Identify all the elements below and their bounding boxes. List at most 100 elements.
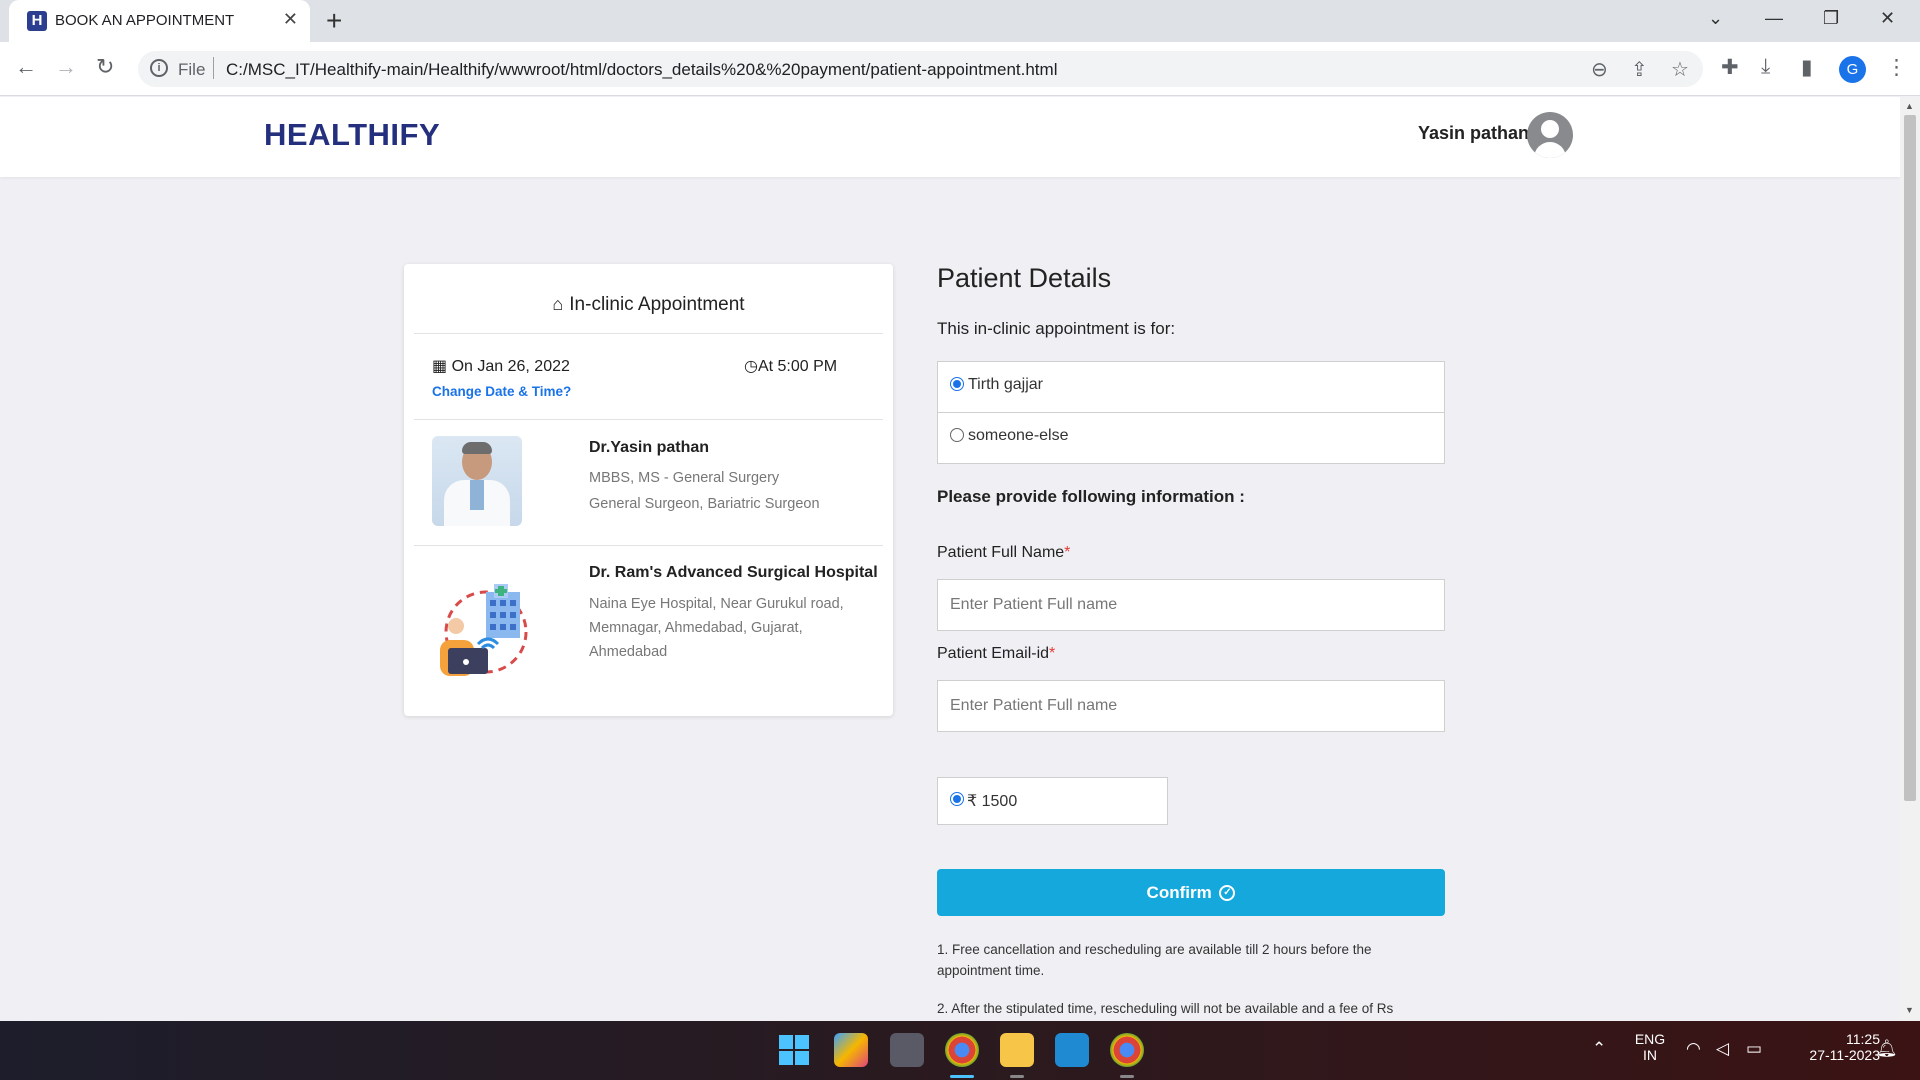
file-explorer-icon[interactable] <box>1000 1033 1034 1067</box>
radio-unselected[interactable] <box>950 428 964 442</box>
notification-bell-icon[interactable]: 🔔︎ <box>1876 1039 1898 1059</box>
omnibox-divider <box>213 57 214 79</box>
divider <box>414 419 883 420</box>
scheme-label: File <box>178 60 206 79</box>
clock-icon: ◷ <box>744 358 758 375</box>
required-mark: * <box>1049 645 1056 662</box>
battery-icon[interactable]: ▭ <box>1746 1039 1762 1059</box>
patient-option-label: someone-else <box>968 427 1069 444</box>
confirm-button-label: Confirm <box>1146 882 1212 902</box>
clock-time: 11:25 <box>1846 1031 1880 1047</box>
doctor-name: Dr.Yasin pathan <box>589 439 710 456</box>
vscode-app-icon[interactable] <box>1055 1033 1089 1067</box>
browser-toolbar: ← → ↻ i File C:/MSC_IT/Healthify-main/He… <box>0 42 1920 96</box>
address-bar[interactable]: i File C:/MSC_IT/Healthify-main/Healthif… <box>138 51 1703 87</box>
share-icon[interactable]: ⇪ <box>1631 57 1648 82</box>
doctor-photo <box>432 436 522 526</box>
provide-info-label: Please provide following information : <box>937 487 1245 506</box>
patient-name-input[interactable] <box>937 579 1445 631</box>
appointment-time: ◷At 5:00 PM <box>744 356 837 376</box>
url-text[interactable]: C:/MSC_IT/Healthify-main/Healthify/wwwro… <box>226 60 1057 80</box>
user-name[interactable]: Yasin pathan <box>1418 123 1529 144</box>
divider <box>414 333 883 334</box>
radio-selected[interactable] <box>950 792 964 806</box>
tab-title: BOOK AN APPOINTMENT <box>55 12 235 29</box>
bookmark-star-icon[interactable]: ☆ <box>1671 57 1689 82</box>
task-view-icon[interactable] <box>890 1033 924 1067</box>
back-icon[interactable]: ← <box>15 54 37 80</box>
patient-option-someone-else[interactable]: someone-else <box>937 412 1445 464</box>
patient-details-title: Patient Details <box>937 263 1112 293</box>
check-circle-icon: ✓ <box>1219 885 1236 902</box>
download-icon[interactable]: ⤓ <box>1761 55 1770 79</box>
volume-icon[interactable]: ◁ <box>1716 1039 1729 1059</box>
appointment-title: ⌂ In-clinic Appointment <box>404 294 893 316</box>
forward-icon[interactable]: → <box>55 54 77 80</box>
site-header: HEALTHIFY Yasin pathan <box>0 97 1900 177</box>
patient-name-label-text: Patient Full Name <box>937 544 1065 561</box>
patient-email-label: Patient Email-id* <box>937 645 1055 663</box>
profile-avatar[interactable]: G <box>1839 56 1866 83</box>
appointment-date: ▦ On Jan 26, 2022 <box>432 356 570 376</box>
side-panel-icon[interactable]: ▮ <box>1801 55 1813 80</box>
browser-tab-strip: H BOOK AN APPOINTMENT ✕ + ⌄ — ❐ ✕ <box>0 0 1920 42</box>
region-code: IN <box>1643 1047 1657 1063</box>
brand-logo[interactable]: HEALTHIFY <box>264 117 440 153</box>
tab-search-chevron-icon[interactable]: ⌄ <box>1708 8 1723 29</box>
hospital-address: Naina Eye Hospital, Near Gurukul road, M… <box>589 596 844 660</box>
divider <box>414 545 883 546</box>
patient-name-label: Patient Full Name* <box>937 544 1070 562</box>
consultation-fee: ₹ 1500 <box>967 793 1018 810</box>
wifi-icon[interactable]: ◠ <box>1686 1039 1701 1059</box>
page-viewport: HEALTHIFY Yasin pathan ⌂ In-clinic Appoin… <box>0 97 1900 1021</box>
active-app-indicator <box>950 1075 974 1078</box>
language-indicator[interactable]: ENG IN <box>1630 1031 1670 1063</box>
patient-email-input[interactable] <box>937 680 1445 732</box>
menu-kebab-icon[interactable]: ⋮ <box>1886 55 1907 80</box>
appointment-title-text: In-clinic Appointment <box>569 294 745 315</box>
reload-icon[interactable]: ↻ <box>96 54 114 80</box>
new-tab-icon[interactable]: + <box>326 5 342 37</box>
policy-note-2: 2. After the stipulated time, rescheduli… <box>937 1001 1394 1016</box>
running-app-indicator <box>1120 1075 1134 1078</box>
radio-selected[interactable] <box>950 377 964 391</box>
appointment-card: ⌂ In-clinic Appointment ▦ On Jan 26, 2022… <box>404 264 893 716</box>
windows-start-icon[interactable] <box>777 1033 811 1067</box>
copilot-app-icon[interactable] <box>834 1033 868 1067</box>
extensions-icon[interactable]: ✚ <box>1721 55 1739 80</box>
user-avatar-icon[interactable] <box>1527 112 1573 158</box>
scroll-up-icon[interactable]: ▲ <box>1905 101 1914 111</box>
site-info-icon[interactable]: i <box>150 59 168 77</box>
close-window-icon[interactable]: ✕ <box>1880 8 1895 29</box>
consultation-fee-option[interactable]: ₹ 1500 <box>937 777 1168 825</box>
calendar-icon: ▦ <box>432 358 448 375</box>
clinic-house-icon: ⌂ <box>552 294 564 314</box>
zoom-icon[interactable]: ⊖ <box>1591 57 1608 82</box>
appointment-time-text: At 5:00 PM <box>757 358 838 375</box>
change-date-time-link[interactable]: Change Date & Time? <box>432 384 571 399</box>
tab-close-icon[interactable]: ✕ <box>283 9 298 30</box>
patient-option-self[interactable]: Tirth gajjar <box>937 361 1445 413</box>
patient-option-label: Tirth gajjar <box>968 376 1043 393</box>
appointment-for-label: This in-clinic appointment is for: <box>937 319 1176 338</box>
doctor-specialty: General Surgeon, Bariatric Surgeon <box>589 496 820 512</box>
required-mark: * <box>1064 544 1071 561</box>
running-app-indicator <box>1010 1075 1024 1078</box>
show-hidden-icons-chevron-icon[interactable]: ⌃ <box>1592 1039 1606 1059</box>
browser-tab[interactable]: H BOOK AN APPOINTMENT ✕ <box>9 0 310 42</box>
chrome-profile-app-icon[interactable] <box>1110 1033 1144 1067</box>
clock[interactable]: 11:25 27-11-2023 <box>1780 1031 1880 1063</box>
chrome-app-icon[interactable] <box>945 1033 979 1067</box>
patient-email-label-text: Patient Email-id <box>937 645 1050 662</box>
hospital-illustration <box>440 584 528 676</box>
restore-icon[interactable]: ❐ <box>1823 8 1839 29</box>
confirm-button[interactable]: Confirm ✓ <box>937 869 1445 916</box>
doctor-degree: MBBS, MS - General Surgery <box>589 470 780 486</box>
scroll-down-icon[interactable]: ▼ <box>1905 1005 1914 1015</box>
page-scrollbar[interactable]: ▲ ▼ <box>1900 97 1920 1021</box>
scrollbar-thumb[interactable] <box>1904 115 1916 801</box>
minimize-icon[interactable]: — <box>1765 8 1783 29</box>
language-code: ENG <box>1634 1031 1666 1047</box>
hospital-name: Dr. Ram's Advanced Surgical Hospital <box>589 564 878 581</box>
site-favicon-icon: H <box>27 11 47 31</box>
